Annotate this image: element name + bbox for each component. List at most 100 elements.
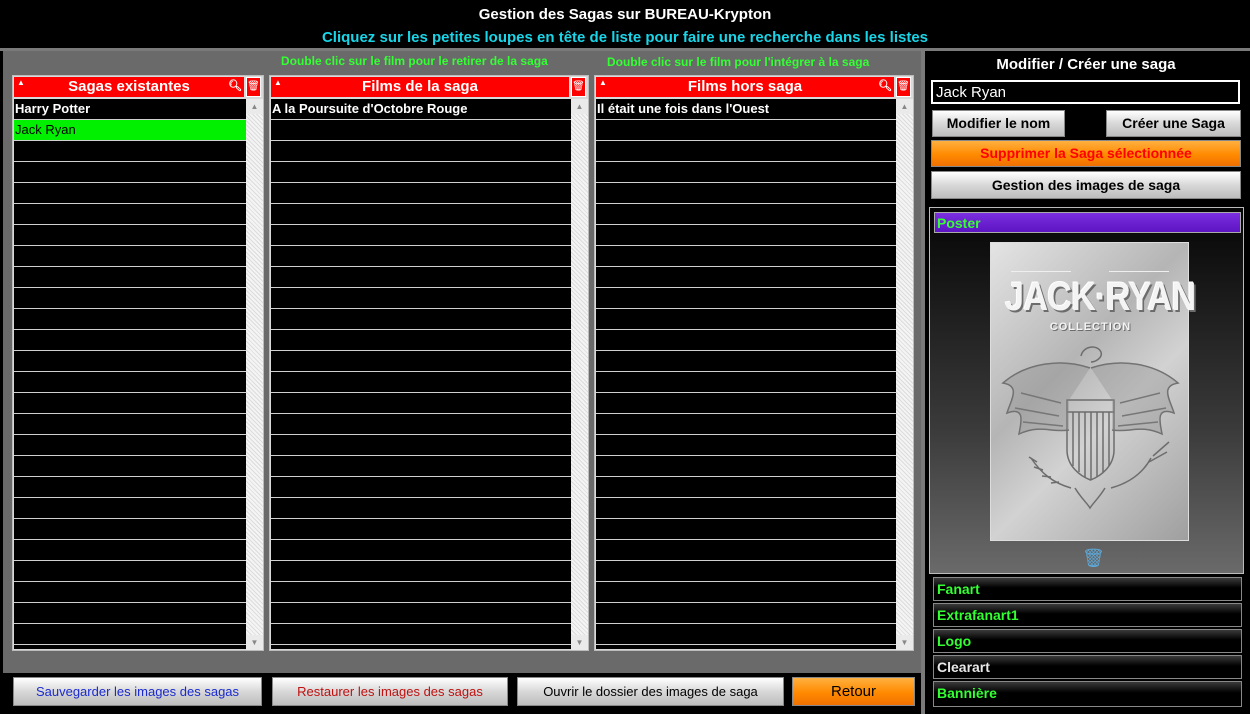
films-in-saga-header[interactable]: ▲ Films de la saga (271, 77, 569, 97)
empty-row (271, 204, 571, 225)
trash-icon[interactable]: 🗑︎ (571, 77, 586, 97)
delete-poster-icon[interactable]: 🗑︎ (1082, 548, 1105, 569)
scrollbar[interactable]: ▲ ▼ (246, 99, 263, 650)
films-outside-header[interactable]: ▲ Films hors saga 🔍︎ (596, 77, 894, 97)
empty-row (14, 309, 246, 330)
empty-row (596, 351, 896, 372)
empty-row (596, 540, 896, 561)
saga-images-button[interactable]: Gestion des images de saga (931, 171, 1241, 199)
poster-category[interactable]: Poster (934, 212, 1241, 233)
poster-rule (1109, 271, 1169, 272)
open-images-folder-button[interactable]: Ouvrir le dossier des images de saga (517, 677, 784, 706)
list-item[interactable]: Harry Potter (14, 99, 246, 120)
delete-saga-button[interactable]: Supprimer la Saga sélectionnée (931, 140, 1241, 167)
empty-row (271, 519, 571, 540)
poster-subtitle: COLLECTION (1049, 321, 1132, 333)
list-item[interactable]: Il était une fois dans l'Ouest (596, 99, 896, 120)
empty-row (596, 162, 896, 183)
empty-row (14, 225, 246, 246)
trash-icon[interactable]: 🗑︎ (246, 77, 261, 97)
films-in-saga-rows: A la Poursuite d'Octobre Rouge (271, 99, 571, 649)
extrafanart1-category[interactable]: Extrafanart1 (933, 603, 1242, 627)
list-item-selected[interactable]: Jack Ryan (14, 120, 246, 141)
empty-row (596, 225, 896, 246)
empty-row (271, 288, 571, 309)
rename-saga-button[interactable]: Modifier le nom (932, 110, 1065, 137)
films-outside-saga-list: ▲ Films hors saga 🔍︎ 🗑︎ Il était une foi… (594, 75, 914, 651)
back-button[interactable]: Retour (792, 677, 915, 706)
films-outside-title: Films hors saga (687, 78, 803, 95)
magnifier-icon[interactable]: 🔍︎ (228, 80, 242, 92)
empty-row (271, 477, 571, 498)
empty-row (14, 477, 246, 498)
empty-row (596, 330, 896, 351)
sort-triangle-icon[interactable]: ▲ (17, 79, 25, 87)
create-saga-button[interactable]: Créer une Saga (1106, 110, 1241, 137)
sort-triangle-icon[interactable]: ▲ (599, 79, 607, 87)
empty-row (596, 477, 896, 498)
empty-row (271, 225, 571, 246)
empty-row (596, 372, 896, 393)
empty-row (596, 267, 896, 288)
empty-row (14, 246, 246, 267)
empty-row (271, 414, 571, 435)
empty-row (271, 372, 571, 393)
scrollbar[interactable]: ▲ ▼ (896, 99, 913, 650)
poster-title: JACK·RYAN (1004, 275, 1196, 319)
list-item[interactable]: A la Poursuite d'Octobre Rouge (271, 99, 571, 120)
empty-row (596, 435, 896, 456)
empty-row (596, 603, 896, 624)
empty-row (596, 120, 896, 141)
magnifier-icon[interactable]: 🔍︎ (878, 80, 892, 92)
empty-row (271, 498, 571, 519)
window-title: Gestion des Sagas sur BUREAU-Krypton (478, 6, 772, 23)
empty-row (596, 246, 896, 267)
empty-row (14, 603, 246, 624)
empty-row (14, 393, 246, 414)
empty-row (596, 498, 896, 519)
empty-row (596, 288, 896, 309)
fanart-category[interactable]: Fanart (933, 577, 1242, 601)
scroll-up-icon[interactable]: ▲ (571, 99, 588, 114)
empty-row (271, 267, 571, 288)
scroll-up-icon[interactable]: ▲ (246, 99, 263, 114)
empty-row (596, 561, 896, 582)
empty-row (271, 141, 571, 162)
scrollbar[interactable]: ▲ ▼ (571, 99, 588, 650)
scroll-up-icon[interactable]: ▲ (896, 99, 913, 114)
empty-rows (271, 120, 571, 645)
saga-name-input[interactable] (931, 80, 1240, 104)
clearart-category[interactable]: Clearart (933, 655, 1242, 679)
empty-row (14, 582, 246, 603)
eagle-emblem-icon (1001, 346, 1180, 510)
scroll-down-icon[interactable]: ▼ (896, 635, 913, 650)
logo-category[interactable]: Logo (933, 629, 1242, 653)
empty-row (14, 351, 246, 372)
saga-poster-image[interactable]: JACK·RYAN COLLECTION (990, 242, 1196, 541)
empty-row (14, 288, 246, 309)
empty-row (271, 582, 571, 603)
scroll-down-icon[interactable]: ▼ (246, 635, 263, 650)
sagas-list: ▲ Sagas existantes 🔍︎ 🗑︎ Harry Potter Ja… (12, 75, 264, 651)
films-in-saga-title: Films de la saga (362, 78, 478, 95)
empty-row (271, 456, 571, 477)
restore-images-button[interactable]: Restaurer les images des sagas (272, 677, 508, 706)
sort-triangle-icon[interactable]: ▲ (274, 79, 282, 87)
poster-rule (1011, 271, 1071, 272)
edit-saga-title: Modifier / Créer une saga (996, 56, 1176, 73)
empty-row (14, 498, 246, 519)
empty-row (14, 162, 246, 183)
scroll-down-icon[interactable]: ▼ (571, 635, 588, 650)
banner-category[interactable]: Bannière (933, 681, 1242, 707)
save-images-button[interactable]: Sauvegarder les images des sagas (13, 677, 262, 706)
empty-rows (14, 141, 246, 645)
empty-row (271, 624, 571, 645)
empty-row (14, 456, 246, 477)
trash-icon[interactable]: 🗑︎ (896, 77, 911, 97)
empty-row (596, 624, 896, 645)
sagas-list-header[interactable]: ▲ Sagas existantes 🔍︎ (14, 77, 244, 97)
empty-row (596, 519, 896, 540)
empty-row (14, 267, 246, 288)
empty-row (14, 519, 246, 540)
empty-row (596, 456, 896, 477)
